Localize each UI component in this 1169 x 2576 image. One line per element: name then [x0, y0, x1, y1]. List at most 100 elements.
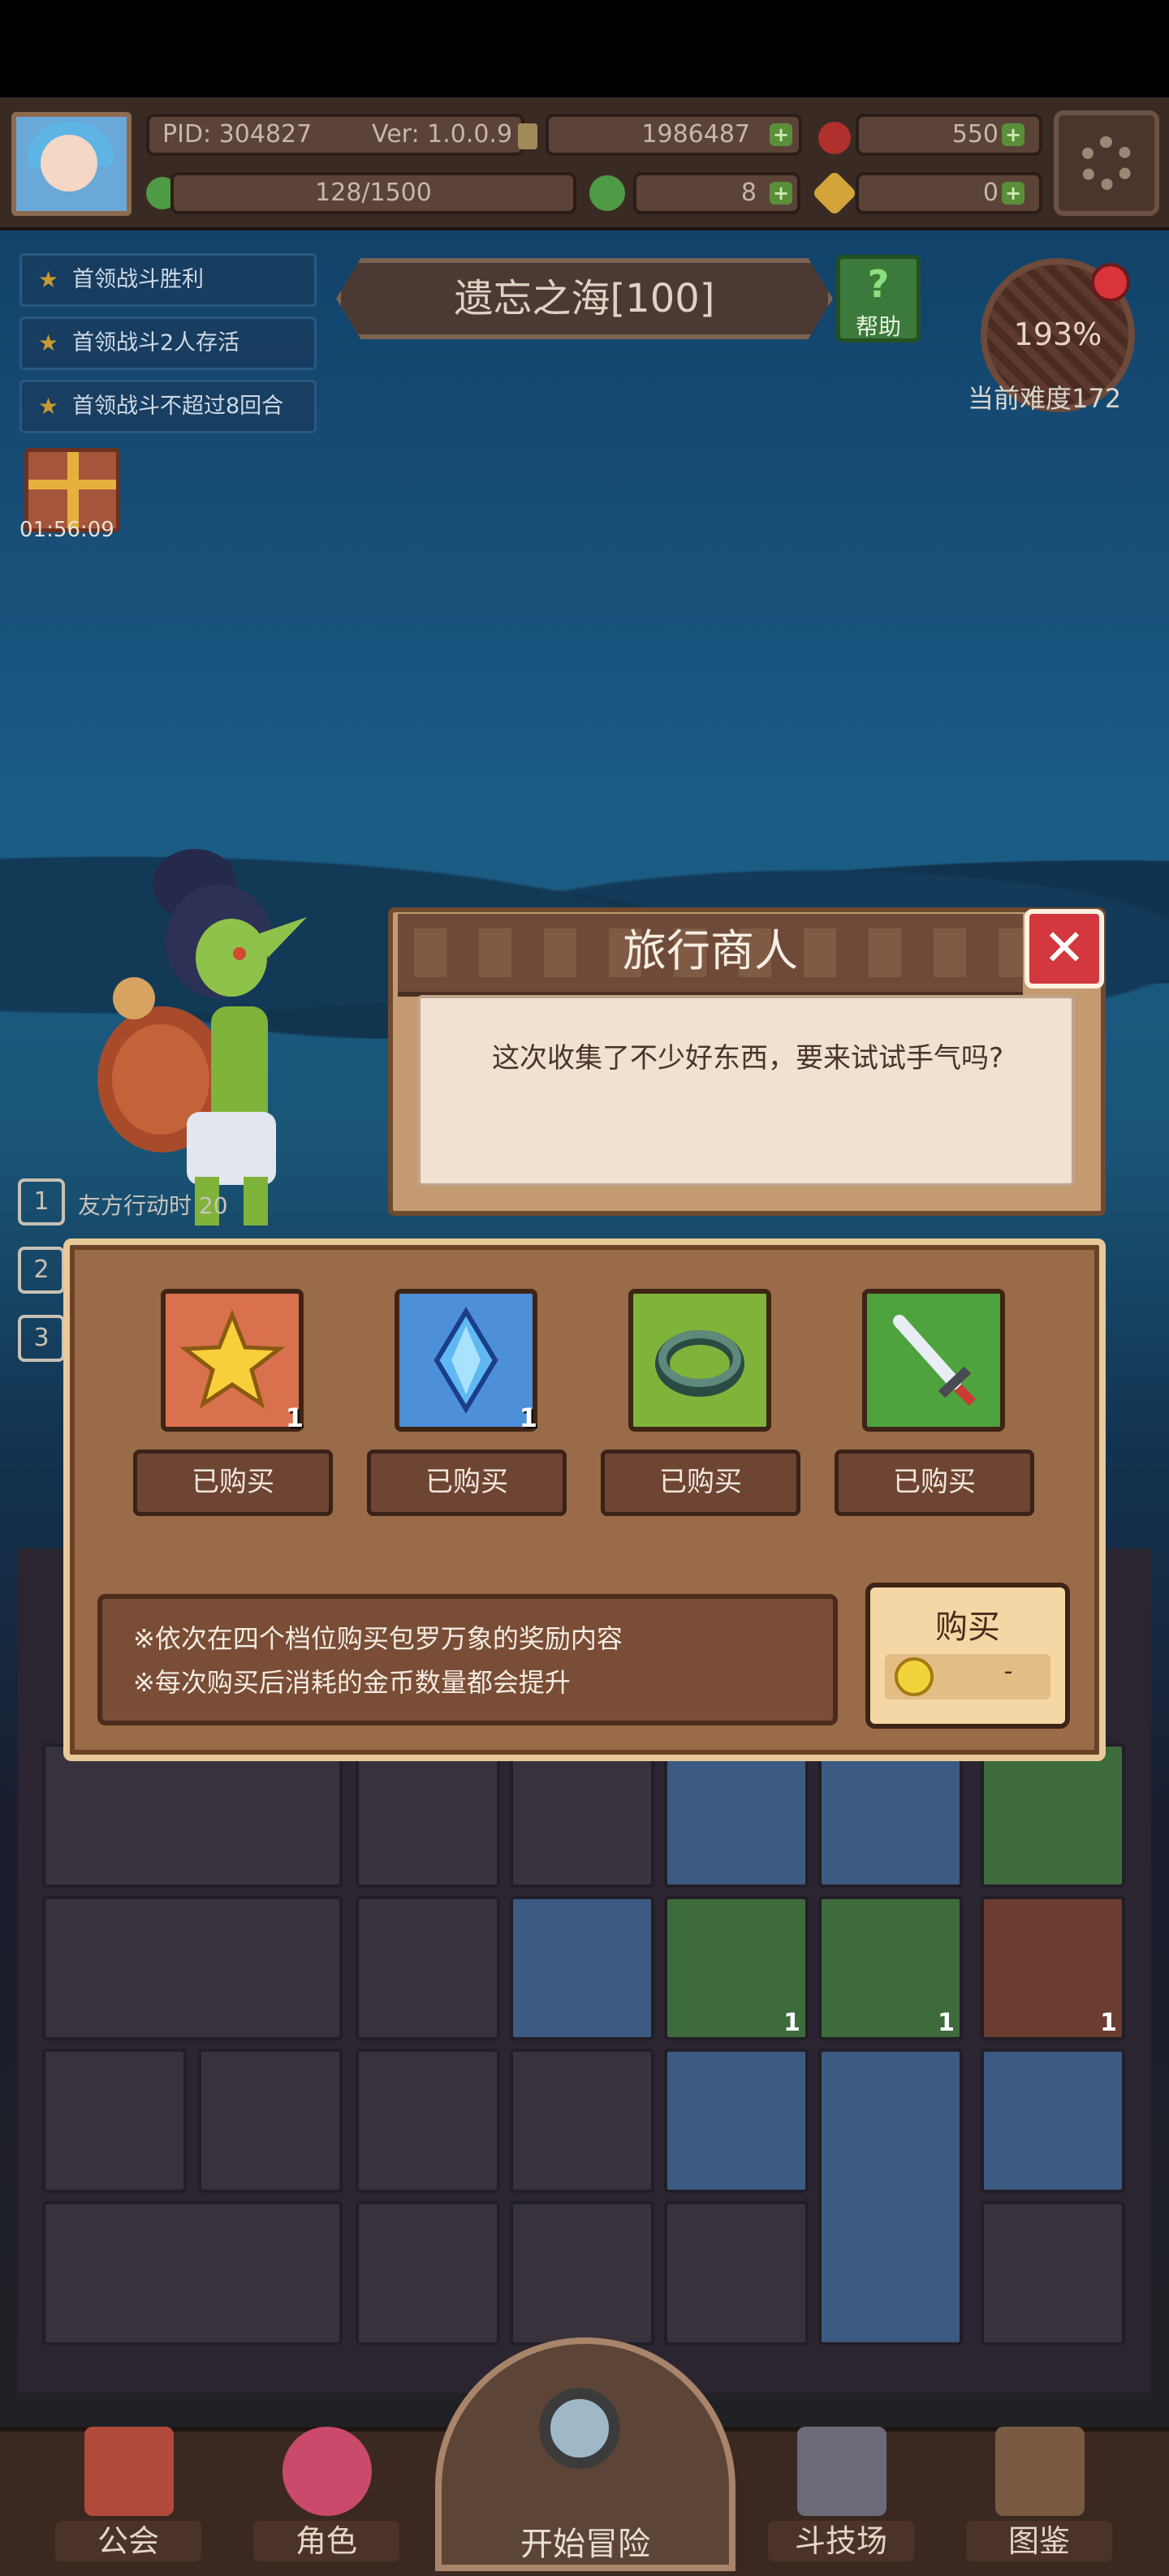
- star-icon: ★: [38, 393, 59, 420]
- purchased-status: 已购买: [367, 1450, 567, 1516]
- quest-label: 首领战斗胜利: [72, 267, 204, 292]
- inventory-slot[interactable]: [356, 1743, 500, 1888]
- shop-item-ring[interactable]: [628, 1289, 771, 1432]
- info-pill: PID: 304827 Ver: 1.0.0.9: [146, 114, 524, 156]
- character-icon: [283, 2427, 372, 2516]
- inventory-slot[interactable]: [42, 2048, 187, 2193]
- gem-icon: [818, 122, 851, 154]
- close-button[interactable]: ✕: [1024, 909, 1104, 989]
- buy-button[interactable]: 购买 -: [865, 1583, 1070, 1729]
- item-count: 1: [783, 2009, 800, 2037]
- add-key-button[interactable]: +: [1002, 182, 1024, 205]
- dialog-text: 这次收集了不少好东西，要来试试手气吗?: [492, 1042, 1004, 1075]
- sword-icon: [893, 1315, 977, 1406]
- purchased-status: 已购买: [133, 1450, 333, 1516]
- gold-value: 1986487: [641, 120, 750, 149]
- inventory-slot[interactable]: [510, 2048, 654, 2193]
- inventory-slot[interactable]: [981, 2201, 1125, 2346]
- player-avatar[interactable]: [11, 112, 132, 216]
- guild-building-icon: [84, 2427, 174, 2516]
- inventory-slot[interactable]: [42, 1743, 343, 1888]
- inventory-slot[interactable]: [356, 2048, 500, 2193]
- inventory-slot[interactable]: [356, 1896, 500, 2040]
- star-icon: ★: [38, 266, 59, 293]
- dialog-body: [417, 995, 1075, 1187]
- clover-icon: [589, 175, 625, 211]
- inventory-slot[interactable]: [664, 1743, 809, 1888]
- inventory-slot[interactable]: [510, 1743, 654, 1888]
- gear-icon: [1080, 136, 1133, 190]
- inventory-slot[interactable]: 1: [664, 1896, 809, 2040]
- inventory-slot[interactable]: [510, 1896, 654, 2040]
- rule-line: ※依次在四个档位购买包罗万象的奖励内容: [133, 1623, 623, 1654]
- inventory-slot[interactable]: [818, 2048, 963, 2346]
- inventory-slot[interactable]: [356, 2201, 500, 2346]
- help-label: 帮助: [855, 313, 901, 340]
- magnifier-icon: [539, 2388, 620, 2469]
- inventory-slot[interactable]: 1: [981, 1896, 1125, 2040]
- help-button[interactable]: ? 帮助: [836, 255, 921, 342]
- nav-arena[interactable]: 斗技场: [768, 2412, 914, 2566]
- gold-coin-icon: [895, 1657, 934, 1696]
- coin-slot-icon: [518, 123, 537, 149]
- item-count: 1: [519, 1402, 537, 1433]
- shop-item-sword[interactable]: [862, 1289, 1005, 1432]
- dialog-title: 旅行商人: [623, 925, 798, 976]
- shop-item-star[interactable]: 1: [161, 1289, 304, 1433]
- stamina-bar: 128/1500: [170, 172, 576, 214]
- price-value: -: [1003, 1657, 1013, 1686]
- nav-label: 斗技场: [768, 2521, 914, 2561]
- quest-item: ★ 首领战斗胜利: [19, 253, 317, 307]
- version-text: Ver: 1.0.0.9: [372, 120, 513, 149]
- quest-label: 首领战斗2人存活: [72, 330, 240, 355]
- inventory-slot[interactable]: [981, 1743, 1125, 1888]
- inventory-slot[interactable]: [42, 2201, 343, 2346]
- inventory-slot[interactable]: [664, 2048, 809, 2193]
- difficulty-label: 当前难度172: [968, 383, 1122, 414]
- nav-character[interactable]: 角色: [253, 2412, 399, 2566]
- inventory-slot[interactable]: [42, 1896, 343, 2040]
- inventory-slot[interactable]: [664, 2201, 809, 2346]
- stamina-value: 128/1500: [315, 179, 432, 207]
- add-gem-button[interactable]: +: [1002, 123, 1024, 146]
- side-number: 1: [18, 1178, 65, 1226]
- ring-icon: [655, 1330, 744, 1397]
- quest-label: 首领战斗不超过8回合: [72, 394, 284, 419]
- inventory-slot[interactable]: [198, 2048, 343, 2193]
- nav-guild[interactable]: 公会: [55, 2412, 201, 2566]
- shop-item-crystal[interactable]: 1: [395, 1289, 537, 1433]
- purchased-status: 已购买: [835, 1450, 1034, 1516]
- pid-text: PID: 304827: [162, 120, 313, 149]
- book-icon: [995, 2427, 1085, 2516]
- add-gold-button[interactable]: +: [770, 123, 792, 146]
- gift-timer: 01:56:09: [19, 518, 114, 542]
- buy-label: 购买: [935, 1609, 1000, 1646]
- star-icon: ★: [38, 330, 59, 356]
- crystal-icon: [434, 1307, 498, 1414]
- add-clover-button[interactable]: +: [770, 182, 792, 205]
- nav-codex[interactable]: 图鉴: [966, 2412, 1112, 2566]
- gold-counter: 1986487: [546, 114, 802, 156]
- rules-box: ※依次在四个档位购买包罗万象的奖励内容 ※每次购买后消耗的金币数量都会提升: [97, 1594, 838, 1725]
- settings-button[interactable]: [1054, 110, 1159, 216]
- inventory-slot[interactable]: [818, 1743, 963, 1888]
- purchased-status: 已购买: [601, 1450, 800, 1516]
- clover-value: 8: [740, 179, 757, 207]
- gem-value: 550: [951, 120, 999, 149]
- quest-item: ★ 首领战斗不超过8回合: [19, 380, 317, 433]
- side-number: 2: [18, 1247, 65, 1294]
- star-icon: [179, 1309, 285, 1409]
- inventory-slot[interactable]: 1: [818, 1896, 963, 2040]
- nav-label: 公会: [55, 2521, 201, 2561]
- quest-item: ★ 首领战斗2人存活: [19, 317, 317, 370]
- side-number: 3: [18, 1315, 65, 1362]
- nav-label: 角色: [253, 2521, 399, 2561]
- notification-dot: [1091, 263, 1130, 302]
- key-value: 0: [982, 179, 999, 207]
- nav-label: 图鉴: [966, 2521, 1112, 2561]
- rule-line: ※每次购买后消耗的金币数量都会提升: [133, 1667, 571, 1698]
- item-count: 1: [1100, 2009, 1117, 2037]
- nav-label: 开始冒险: [520, 2526, 650, 2563]
- inventory-slot[interactable]: [981, 2048, 1125, 2193]
- inventory-slot[interactable]: [510, 2201, 654, 2346]
